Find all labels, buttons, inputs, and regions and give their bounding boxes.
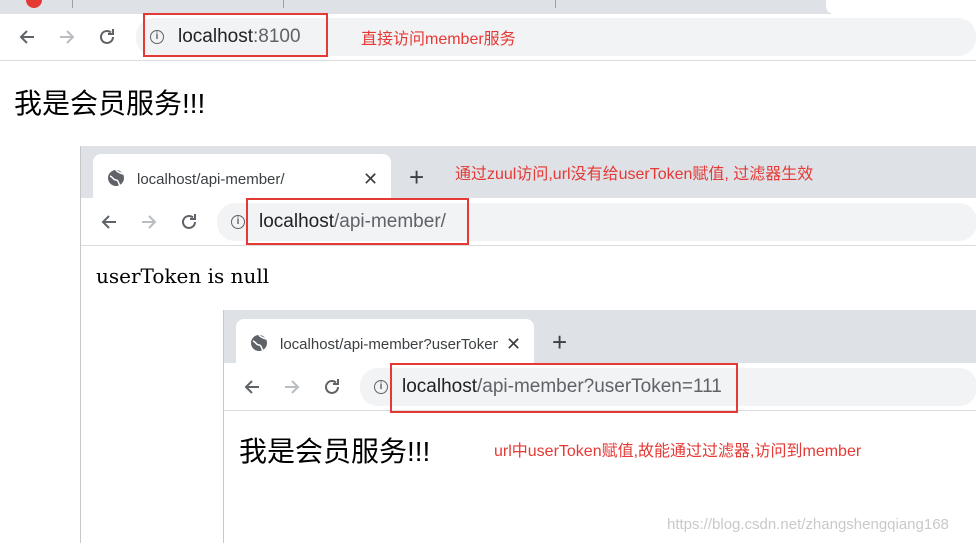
- bottom-tab-strip: localhost/api-member?userToken ✕ +: [224, 310, 976, 363]
- middle-active-tab[interactable]: localhost/api-member/ ✕: [93, 154, 391, 198]
- back-arrow-icon[interactable]: [16, 26, 38, 48]
- top-tab-divider: [555, 0, 556, 8]
- top-tab-divider: [72, 0, 73, 8]
- globe-icon: [251, 334, 267, 351]
- forward-arrow-icon[interactable]: [281, 376, 303, 398]
- top-tab-divider: [283, 0, 284, 8]
- middle-tab-title: localhost/api-member/: [137, 171, 285, 188]
- watermark: https://blog.csdn.net/zhangshengqiang168: [667, 516, 949, 533]
- middle-annotation: 通过zuul访问,url没有给userToken赋值, 过滤器生效: [455, 166, 814, 183]
- forward-arrow-icon[interactable]: [138, 211, 160, 233]
- bottom-annotation: url中userToken赋值,故能通过过滤器,访问到member: [494, 443, 862, 460]
- reload-icon[interactable]: [96, 26, 118, 48]
- info-icon[interactable]: i: [231, 215, 245, 229]
- top-annotation: 直接访问member服务: [361, 31, 516, 48]
- top-url-highlight: [143, 13, 328, 57]
- forward-arrow-icon[interactable]: [56, 26, 78, 48]
- close-tab-icon[interactable]: ✕: [363, 170, 378, 188]
- bottom-browser-window: localhost/api-member?userToken ✕ + i loc…: [223, 310, 976, 543]
- middle-tab-strip: localhost/api-member/ ✕ + 通过zuul访问,url没有…: [81, 146, 976, 198]
- middle-toolbar: i localhost/api-member/: [81, 198, 976, 246]
- top-tab-favicon: [26, 0, 42, 8]
- info-icon[interactable]: i: [374, 380, 388, 394]
- bottom-page-heading: 我是会员服务!!!: [239, 436, 431, 467]
- middle-page-body: userToken is null: [96, 264, 270, 288]
- bottom-active-tab[interactable]: localhost/api-member?userToken ✕: [236, 319, 534, 363]
- top-page-heading: 我是会员服务!!!: [14, 88, 206, 119]
- reload-icon[interactable]: [321, 376, 343, 398]
- new-tab-button[interactable]: +: [409, 164, 424, 190]
- bottom-url-highlight: [390, 363, 738, 413]
- bottom-tab-title: localhost/api-member?userToken: [280, 336, 498, 353]
- back-arrow-icon[interactable]: [241, 376, 263, 398]
- globe-icon: [108, 169, 124, 186]
- middle-url-highlight: [246, 198, 469, 245]
- new-tab-button[interactable]: +: [552, 329, 567, 355]
- back-arrow-icon[interactable]: [98, 211, 120, 233]
- top-active-tab[interactable]: [826, 0, 976, 14]
- reload-icon[interactable]: [178, 211, 200, 233]
- top-tab-strip: [0, 0, 976, 14]
- close-tab-icon[interactable]: ✕: [506, 335, 521, 353]
